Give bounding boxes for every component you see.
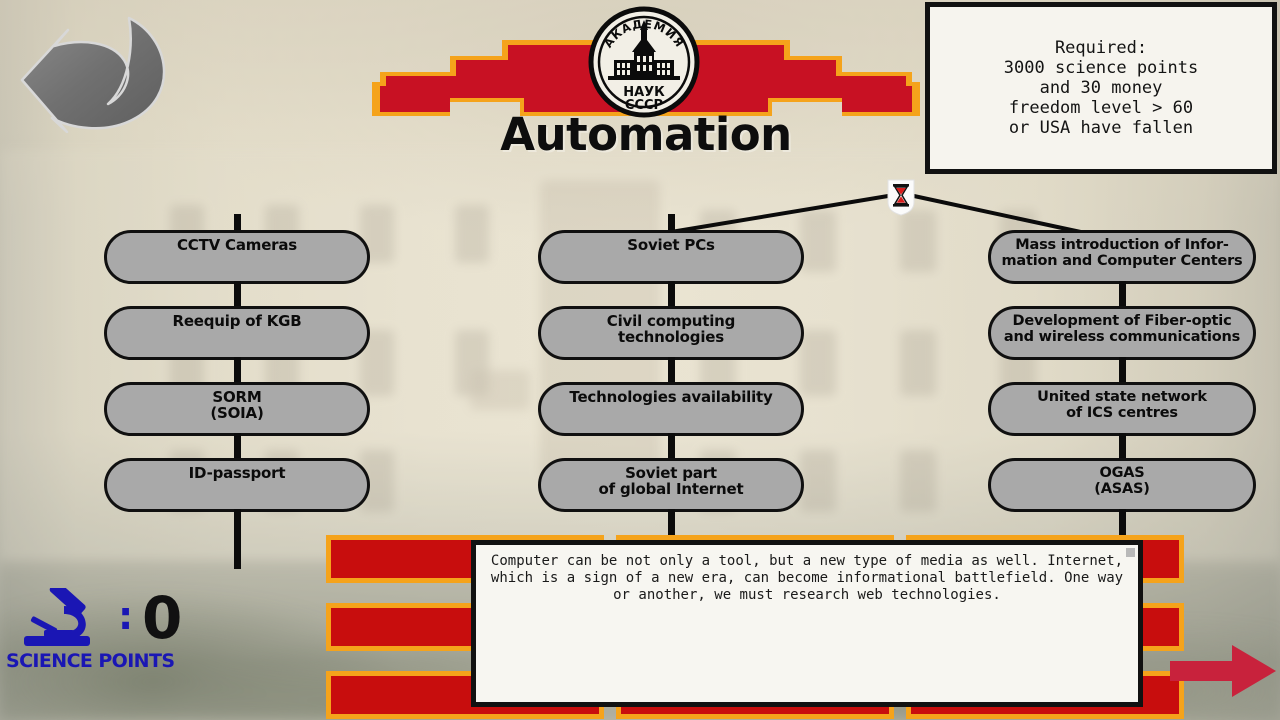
- connector-stub: [233, 509, 241, 569]
- connector-stub: [667, 357, 675, 382]
- tech-node-technologies-availability[interactable]: Technologies availability: [538, 382, 804, 458]
- hourglass-icon[interactable]: [886, 178, 916, 216]
- tech-node-label: SORM (SOIA): [210, 388, 264, 422]
- tech-node-united-state-network-of-ics-centres[interactable]: United state network of ICS centres: [988, 382, 1256, 458]
- science-points-indicator: : 0 SCIENCE POINTS: [6, 584, 206, 684]
- tech-column-infrastructure: Mass introduction of Infor- mation and C…: [988, 230, 1256, 569]
- tech-node-mass-introduction-of-information-and-computer-centers[interactable]: Mass introduction of Infor- mation and C…: [988, 230, 1256, 306]
- tech-node-soviet-pcs[interactable]: Soviet PCs: [538, 230, 804, 306]
- connector-stub: [233, 281, 241, 306]
- scrollbar-thumb[interactable]: [1126, 548, 1135, 557]
- science-points-separator: :: [118, 594, 134, 638]
- tech-node-ogas-asas[interactable]: OGAS (ASAS): [988, 458, 1256, 569]
- tech-node-label: Mass introduction of Infor- mation and C…: [1001, 237, 1243, 269]
- tech-column-computing: Soviet PCs Civil computing technologies …: [538, 214, 804, 569]
- tech-column-surveillance: CCTV Cameras Reequip of KGB SORM (SOIA) …: [104, 214, 370, 569]
- tech-node-civil-computing-technologies[interactable]: Civil computing technologies: [538, 306, 804, 382]
- tech-node-label: ID-passport: [188, 464, 286, 482]
- next-arrow-icon[interactable]: [1170, 643, 1276, 699]
- tech-node-label: Technologies availability: [569, 388, 773, 406]
- connector-stub: [233, 433, 241, 458]
- description-text: Computer can be not only a tool, but a n…: [490, 553, 1124, 603]
- tech-node-label: Soviet PCs: [627, 236, 715, 254]
- tech-node-label: OGAS (ASAS): [1094, 465, 1150, 497]
- microscope-icon: [24, 588, 90, 646]
- tech-node-label: Civil computing technologies: [606, 312, 736, 346]
- tech-node-soviet-part-of-global-internet[interactable]: Soviet part of global Internet: [538, 458, 804, 569]
- tech-node-label: United state network of ICS centres: [1037, 389, 1207, 421]
- connector-stub: [667, 281, 675, 306]
- connector-stub: [667, 433, 675, 458]
- tech-node-reequip-of-kgb[interactable]: Reequip of KGB: [104, 306, 370, 382]
- science-points-label: SCIENCE POINTS: [6, 650, 175, 672]
- tech-node-development-of-fiber-optic-and-wireless-communications[interactable]: Development of Fiber-optic and wireless …: [988, 306, 1256, 382]
- tech-node-label: CCTV Cameras: [176, 236, 298, 254]
- connector-stub: [1118, 433, 1126, 458]
- tech-node-sorm-soia[interactable]: SORM (SOIA): [104, 382, 370, 458]
- tech-node-cctv-cameras[interactable]: CCTV Cameras: [104, 230, 370, 306]
- science-points-value: 0: [142, 584, 183, 652]
- connector-stub: [1118, 281, 1126, 306]
- tech-node-id-passport[interactable]: ID-passport: [104, 458, 370, 569]
- tech-node-label: Soviet part of global Internet: [598, 464, 744, 498]
- description-panel: Computer can be not only a tool, but a n…: [471, 540, 1143, 707]
- tech-node-label: Reequip of KGB: [172, 312, 302, 330]
- connector-stub: [233, 357, 241, 382]
- tech-node-label: Development of Fiber-optic and wireless …: [1003, 313, 1241, 345]
- connector-stub: [1118, 357, 1126, 382]
